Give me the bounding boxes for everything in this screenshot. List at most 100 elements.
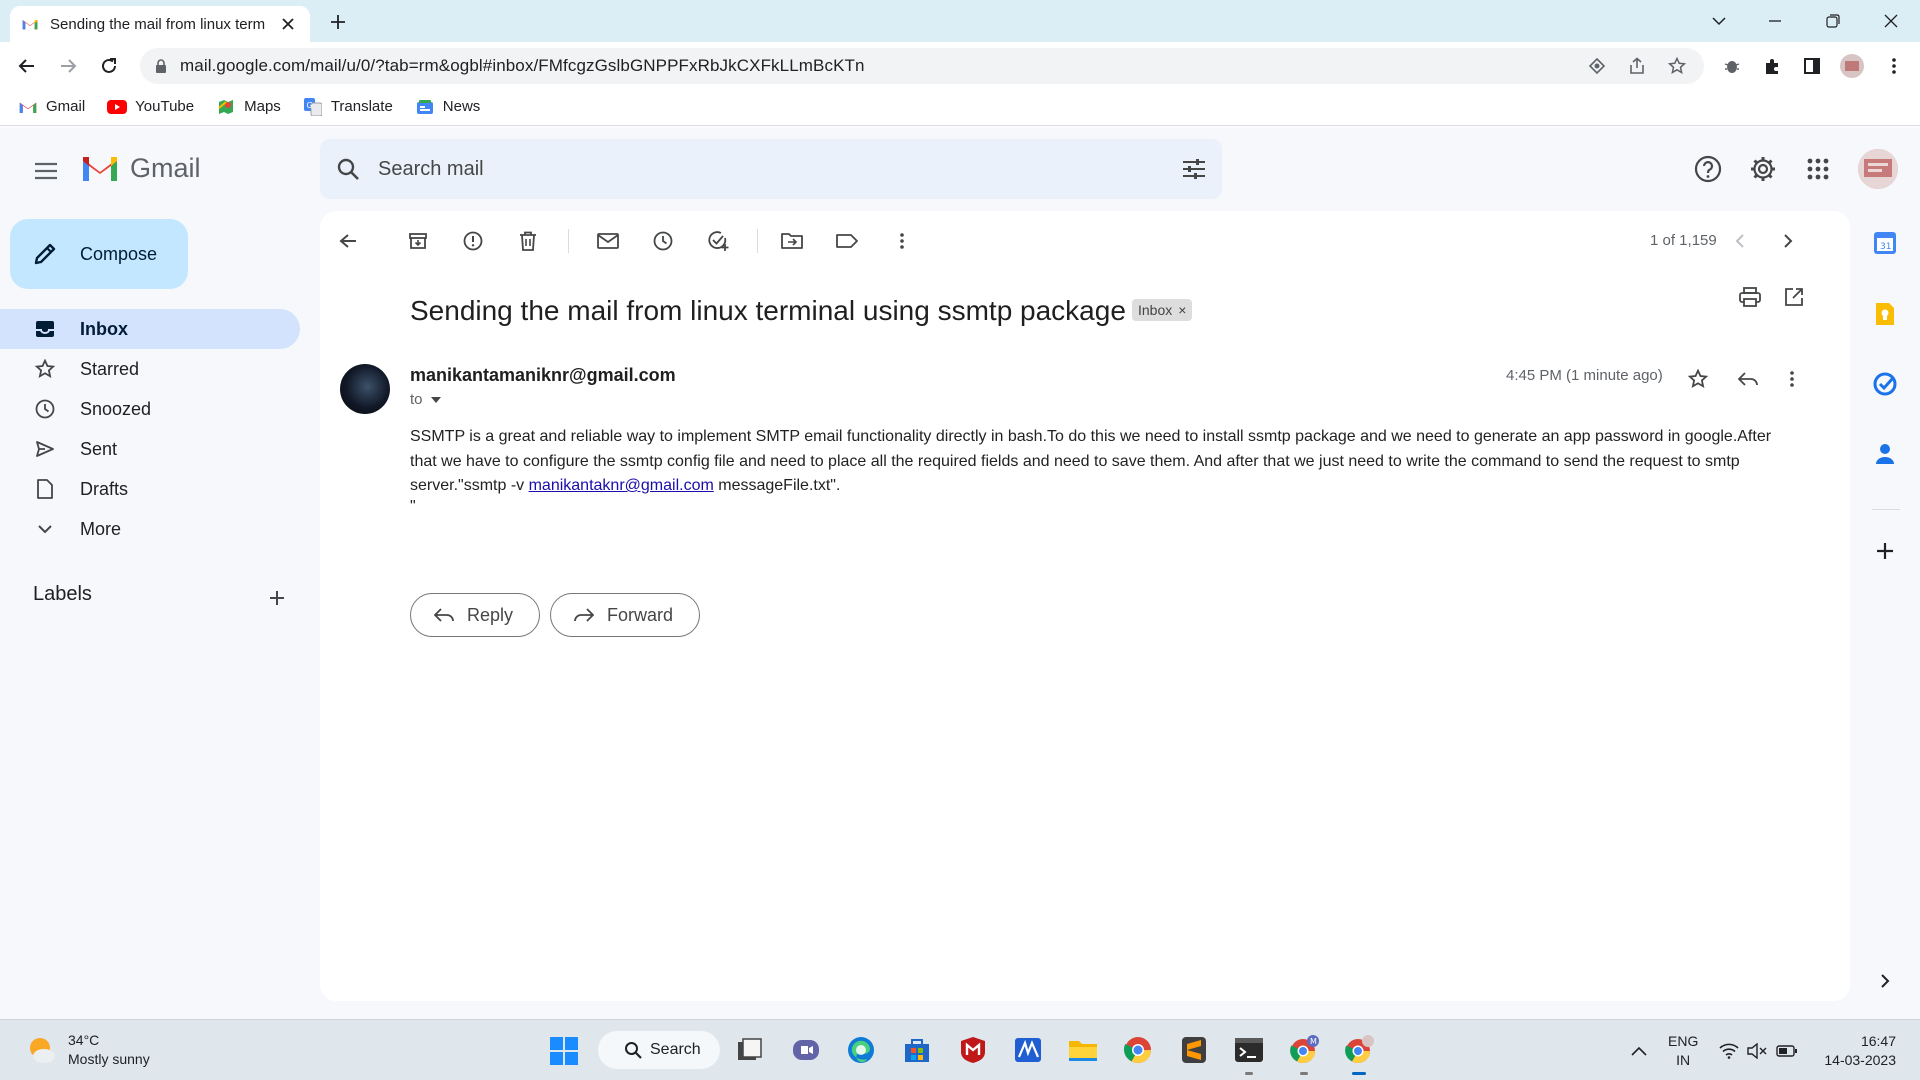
apps-grid-icon[interactable] [1800, 151, 1836, 187]
address-bar[interactable]: mail.google.com/mail/u/0/?tab=rm&ogbl#in… [140, 48, 1704, 84]
compose-button[interactable]: Compose [10, 219, 188, 289]
reply-label: Reply [467, 604, 514, 625]
inbox-label-chip[interactable]: Inbox × [1132, 299, 1193, 321]
reload-icon[interactable] [95, 52, 123, 80]
mcafee-icon[interactable] [958, 1035, 988, 1065]
reply-icon[interactable] [1732, 363, 1764, 395]
bookmark-star-icon[interactable] [1664, 53, 1690, 79]
microsoft-store-icon[interactable] [902, 1035, 932, 1065]
report-spam-icon[interactable] [457, 225, 489, 257]
sender-avatar[interactable] [340, 364, 390, 414]
tab-search-icon[interactable] [1706, 8, 1732, 34]
back-icon[interactable] [13, 52, 41, 80]
sidebar-item-more[interactable]: More [0, 509, 300, 549]
forward-icon[interactable] [54, 52, 82, 80]
newer-chevron-left-icon[interactable] [1724, 225, 1756, 257]
sidebar-item-sent[interactable]: Sent [0, 429, 300, 469]
add-label-icon[interactable] [264, 585, 290, 611]
search-bar[interactable] [320, 139, 1222, 199]
bug-extension-icon[interactable] [1718, 52, 1746, 80]
bookmark-news[interactable]: News [415, 98, 480, 115]
browser-menu-icon[interactable] [1880, 52, 1908, 80]
running-indicator [1300, 1072, 1308, 1075]
show-side-panel-chevron-icon[interactable] [1870, 966, 1900, 996]
new-tab-icon[interactable] [326, 10, 350, 34]
settings-gear-icon[interactable] [1745, 151, 1781, 187]
browser-tab[interactable]: Sending the mail from linux term [10, 6, 310, 42]
language-code: ENG [1668, 1033, 1699, 1049]
sidebar-item-drafts[interactable]: Drafts [0, 469, 300, 509]
task-view-icon[interactable] [735, 1035, 765, 1065]
close-tab-icon[interactable] [278, 14, 298, 34]
sender-email[interactable]: manikantamaniknr@gmail.com [410, 365, 676, 386]
forward-button[interactable]: Forward [550, 593, 701, 637]
clock-icon [34, 398, 56, 420]
recipient-details-toggle[interactable]: to [410, 391, 441, 408]
bookmark-translate[interactable]: G Translate [303, 97, 393, 116]
bookmark-youtube[interactable]: YouTube [107, 98, 194, 115]
more-options-icon[interactable] [886, 225, 918, 257]
gmail-logo[interactable]: Gmail [80, 153, 201, 184]
input-language[interactable]: ENG IN [1668, 1032, 1698, 1070]
restore-icon[interactable] [1820, 8, 1846, 34]
sublime-text-icon[interactable] [1179, 1035, 1209, 1065]
star-email-icon[interactable] [1682, 363, 1714, 395]
label-icon[interactable] [831, 225, 863, 257]
email-more-options-icon[interactable] [1776, 363, 1808, 395]
email-link[interactable]: manikantaknr@gmail.com [529, 477, 714, 494]
windows-start-icon[interactable] [550, 1037, 578, 1065]
chrome-icon[interactable] [1123, 1035, 1153, 1065]
keep-icon[interactable] [1870, 299, 1900, 329]
search-options-icon[interactable] [1182, 158, 1206, 180]
mark-unread-icon[interactable] [592, 225, 624, 257]
delete-icon[interactable] [512, 225, 544, 257]
lock-icon [156, 59, 166, 73]
volume-muted-icon[interactable] [1746, 1040, 1768, 1062]
email-body: SSMTP is a great and reliable way to imp… [410, 425, 1800, 499]
get-addons-icon[interactable] [1870, 536, 1900, 566]
chrome-profile-active-icon[interactable] [1344, 1035, 1374, 1065]
battery-icon[interactable] [1776, 1040, 1798, 1062]
remove-label-icon[interactable]: × [1178, 302, 1186, 318]
share-icon[interactable] [1624, 53, 1650, 79]
older-chevron-right-icon[interactable] [1772, 225, 1804, 257]
sidebar-item-snoozed[interactable]: Snoozed [0, 389, 300, 429]
reply-button[interactable]: Reply [410, 593, 541, 637]
main-menu-icon[interactable] [28, 153, 64, 189]
chrome-profile-m-icon[interactable]: M [1289, 1035, 1319, 1065]
back-to-inbox-icon[interactable] [332, 225, 364, 257]
math-app-icon[interactable] [1013, 1035, 1043, 1065]
extensions-puzzle-icon[interactable] [1758, 52, 1786, 80]
tracking-protection-icon[interactable] [1584, 53, 1610, 79]
terminal-icon[interactable] [1234, 1035, 1264, 1065]
account-avatar[interactable] [1858, 149, 1898, 189]
taskbar-search-box[interactable]: Search [598, 1031, 720, 1069]
tasks-icon[interactable] [1870, 369, 1900, 399]
open-in-new-window-icon[interactable] [1778, 281, 1810, 313]
bookmark-maps[interactable]: Maps [216, 98, 281, 115]
file-explorer-icon[interactable] [1068, 1035, 1098, 1065]
archive-icon[interactable] [402, 225, 434, 257]
close-window-icon[interactable] [1878, 8, 1904, 34]
weather-widget[interactable]: 34°C Mostly sunny [26, 1031, 150, 1069]
search-icon[interactable] [336, 157, 360, 181]
search-input[interactable] [378, 157, 1182, 181]
minimize-icon[interactable] [1762, 8, 1788, 34]
move-to-icon[interactable] [776, 225, 808, 257]
edge-browser-icon[interactable] [846, 1035, 876, 1065]
profile-avatar-icon[interactable] [1838, 52, 1866, 80]
calendar-icon[interactable]: 31 [1870, 228, 1900, 258]
teams-chat-icon[interactable] [791, 1035, 821, 1065]
show-hidden-icons-chevron-icon[interactable] [1628, 1040, 1650, 1062]
bookmark-gmail[interactable]: Gmail [18, 98, 85, 115]
system-clock[interactable]: 16:47 14-03-2023 [1818, 1032, 1896, 1070]
add-to-tasks-icon[interactable] [702, 225, 734, 257]
wifi-icon[interactable] [1718, 1040, 1740, 1062]
side-panel-icon[interactable] [1798, 52, 1826, 80]
snooze-icon[interactable] [647, 225, 679, 257]
print-icon[interactable] [1734, 281, 1766, 313]
help-icon[interactable] [1690, 151, 1726, 187]
sidebar-item-inbox[interactable]: Inbox [0, 309, 300, 349]
contacts-icon[interactable] [1870, 439, 1900, 469]
sidebar-item-starred[interactable]: Starred [0, 349, 300, 389]
